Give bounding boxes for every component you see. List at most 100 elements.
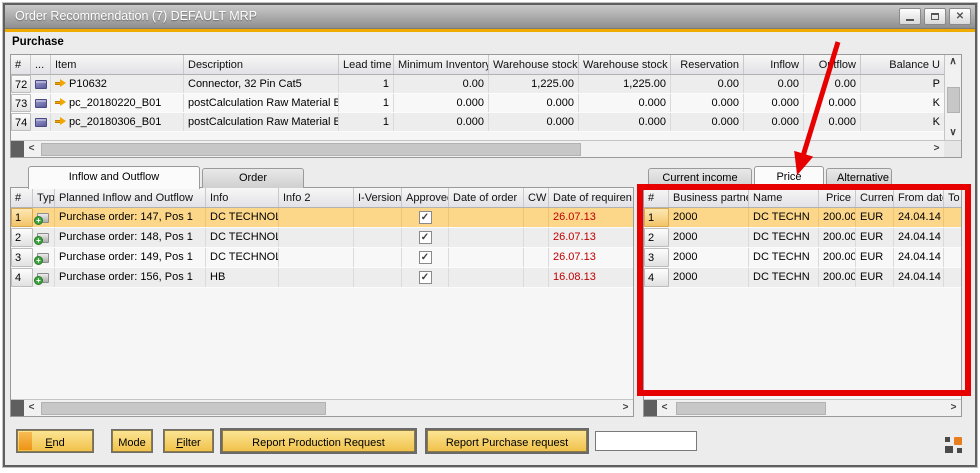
approved-checkbox[interactable]: ✓ [419,231,432,244]
col-cw[interactable]: CW [524,188,549,207]
scroll-left-button[interactable]: < [24,400,39,416]
row-selector[interactable]: 1 [11,208,33,227]
items-vertical-scrollbar[interactable]: ∧ ∨ [944,55,961,140]
footer-input[interactable] [595,431,697,451]
scroll-left-button[interactable]: < [24,141,39,157]
col-price[interactable]: Price [819,188,856,207]
col-lead-time[interactable]: Lead time [339,55,394,74]
tab-inflow-and-outflow[interactable]: Inflow and Outflow [28,166,200,189]
scrollbar-thumb[interactable] [41,402,326,415]
scrollbar-thumb[interactable] [676,402,826,415]
maximize-button[interactable] [924,8,946,25]
col-num[interactable]: # [11,188,33,207]
row-selector[interactable]: 4 [11,268,33,287]
tab-order[interactable]: Order [202,168,304,188]
resize-grip-icon[interactable] [945,437,962,453]
scroll-right-button[interactable]: > [946,400,961,416]
row-selector[interactable]: 72 [11,75,31,93]
close-button[interactable]: ✕ [949,8,971,25]
inflow-horizontal-scrollbar[interactable]: < > [11,399,633,416]
col-type[interactable]: Typ [33,188,55,207]
col-planned[interactable]: Planned Inflow and Outflow [55,188,206,207]
col-warehouse-stock-2[interactable]: Warehouse stock [579,55,671,74]
col-reservation[interactable]: Reservation [671,55,744,74]
table-row[interactable]: 1 2000 DC TECHN 200.00 EUR 24.04.14 [644,208,961,228]
col-business-partner[interactable]: Business partner [669,188,749,207]
items-horizontal-scrollbar[interactable]: < > [11,140,961,157]
table-row[interactable]: 2 2000 DC TECHN 200.00 EUR 24.04.14 [644,228,961,248]
cell-iversion [354,228,402,247]
col-warehouse-stock-1[interactable]: Warehouse stock [489,55,579,74]
col-description[interactable]: Description [184,55,339,74]
scroll-left-button[interactable]: < [657,400,672,416]
col-num[interactable]: # [11,55,31,74]
row-selector[interactable]: 3 [644,248,669,267]
tab-alternative[interactable]: Alternative [826,168,892,188]
row-selector[interactable]: 2 [11,228,33,247]
tab-price[interactable]: Price [754,166,824,189]
table-row[interactable]: 1 + Purchase order: 147, Pos 1 DC TECHNO… [11,208,633,228]
row-selector[interactable]: 1 [644,208,669,227]
approved-checkbox[interactable]: ✓ [419,271,432,284]
filter-button[interactable]: Filter [164,430,213,452]
col-dots[interactable]: ... [31,55,51,74]
col-from-date[interactable]: From date [894,188,944,207]
col-item[interactable]: Item [51,55,184,74]
scrollbar-thumb[interactable] [41,143,581,156]
row-selector[interactable]: 74 [11,113,31,131]
table-row[interactable]: 4 2000 DC TECHN 200.00 EUR 24.04.14 [644,268,961,288]
table-row[interactable]: 4 + Purchase order: 156, Pos 1 HB ✓ 16.0… [11,268,633,288]
table-row[interactable]: 74 pc_20180306_B01 postCalculation Raw M… [11,113,944,132]
end-button[interactable]: End [17,430,93,452]
table-row[interactable]: 73 pc_20180220_B01 postCalculation Raw M… [11,94,944,113]
scrollbar-split-handle[interactable] [11,400,24,416]
table-row[interactable]: 3 2000 DC TECHN 200.00 EUR 24.04.14 [644,248,961,268]
minimize-button[interactable] [899,8,921,25]
scroll-right-button[interactable]: > [929,141,944,157]
item-cube-icon [35,99,47,108]
scrollbar-thumb[interactable] [947,87,960,113]
table-row[interactable]: 3 + Purchase order: 149, Pos 1 DC TECHNO… [11,248,633,268]
row-selector[interactable]: 4 [644,268,669,287]
cell-planned: Purchase order: 147, Pos 1 [55,208,206,227]
col-name[interactable]: Name [749,188,819,207]
title-bar[interactable]: Order Recommendation (7) DEFAULT MRP ✕ [5,5,975,29]
scrollbar-track[interactable] [826,400,946,416]
approved-checkbox[interactable]: ✓ [419,251,432,264]
scrollbar-split-handle[interactable] [644,400,657,416]
table-row[interactable]: 2 + Purchase order: 148, Pos 1 DC TECHNO… [11,228,633,248]
link-arrow-icon[interactable] [55,117,66,126]
col-iversion[interactable]: I-Version [354,188,402,207]
col-currency[interactable]: Currenc [856,188,894,207]
row-selector[interactable]: 3 [11,248,33,267]
col-to-date[interactable]: To [944,188,961,207]
link-arrow-icon[interactable] [55,98,66,107]
col-balance[interactable]: Balance U [861,55,944,74]
report-purchase-request-button[interactable]: Report Purchase request [427,430,587,452]
scroll-right-button[interactable]: > [618,400,633,416]
row-selector[interactable]: 2 [644,228,669,247]
col-approved[interactable]: Approved [402,188,449,207]
scrollbar-split-handle[interactable] [11,141,24,157]
col-inflow[interactable]: Inflow [744,55,804,74]
col-outflow[interactable]: Outflow [804,55,861,74]
row-selector[interactable]: 73 [11,94,31,112]
mode-button[interactable]: Mode [112,430,152,452]
link-arrow-icon[interactable] [55,79,66,88]
scrollbar-track[interactable] [326,400,618,416]
approved-checkbox[interactable]: ✓ [419,211,432,224]
scrollbar-track[interactable] [581,141,929,157]
col-num[interactable]: # [644,188,669,207]
scroll-up-button[interactable]: ∧ [945,55,961,69]
col-min-inventory[interactable]: Minimum Inventory [394,55,489,74]
col-info2[interactable]: Info 2 [279,188,354,207]
report-production-request-button[interactable]: Report Production Request [222,430,415,452]
tab-current-income[interactable]: Current income [648,168,752,188]
scroll-down-button[interactable]: ∨ [945,126,961,140]
col-date-of-requirement[interactable]: Date of requiren [549,188,633,207]
table-row[interactable]: 72 P10632 Connector, 32 Pin Cat5 1 0.00 … [11,75,944,94]
price-horizontal-scrollbar[interactable]: < > [644,399,961,416]
col-info[interactable]: Info [206,188,279,207]
col-date-of-order[interactable]: Date of order [449,188,524,207]
cell-price: 200.00 [819,268,856,287]
